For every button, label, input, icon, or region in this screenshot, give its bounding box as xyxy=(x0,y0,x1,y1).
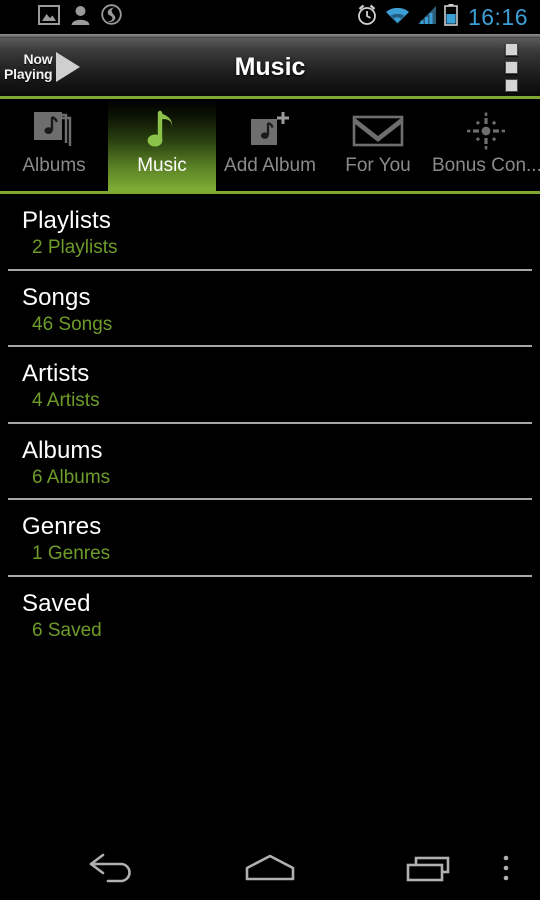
overflow-square-1 xyxy=(505,42,518,56)
list-item-title: Saved xyxy=(22,589,91,617)
recent-apps-icon[interactable] xyxy=(396,835,464,900)
list-item-title: Playlists xyxy=(22,207,111,234)
now-playing-line2: Playing xyxy=(4,66,53,82)
tab-albums[interactable]: Albums xyxy=(0,99,108,191)
list-item-albums[interactable]: Albums 6 Albums xyxy=(0,424,540,500)
play-triangle-icon xyxy=(56,52,81,82)
home-icon[interactable] xyxy=(236,835,304,900)
sparkle-icon xyxy=(464,109,508,153)
tab-add-album-label: Add Album xyxy=(224,155,316,176)
person-icon xyxy=(71,5,90,30)
overflow-squares-icon[interactable] xyxy=(499,38,524,96)
tab-bar: Albums Music Add Album For You Bonus Con… xyxy=(0,99,540,191)
music-app-screen: 16:16 Now Playing Music Albums Music Add… xyxy=(0,0,540,900)
overflow-dots-icon[interactable] xyxy=(484,835,528,900)
now-playing-label: Now Playing xyxy=(4,51,53,82)
tab-add-album[interactable]: Add Album xyxy=(216,99,324,191)
list-item-playlists[interactable]: Playlists 2 Playlists xyxy=(0,194,540,271)
list-item-subtitle: 46 Songs xyxy=(32,313,113,335)
tab-bonus-content[interactable]: Bonus Con... xyxy=(432,99,540,191)
album-stack-icon xyxy=(30,109,78,153)
list-item-songs[interactable]: Songs 46 Songs xyxy=(0,271,540,347)
tab-for-you-label: For You xyxy=(345,155,411,176)
list-item-subtitle: 4 Artists xyxy=(32,390,100,411)
overflow-square-3 xyxy=(505,78,518,92)
add-album-icon xyxy=(247,109,293,153)
list-item-title: Songs xyxy=(22,283,91,311)
status-bar-right-icons: 16:16 xyxy=(356,3,528,31)
list-item-title: Genres xyxy=(22,513,102,540)
image-icon xyxy=(38,4,60,30)
alarm-clock-icon xyxy=(356,4,378,31)
music-note-icon xyxy=(142,109,182,153)
list-item-saved[interactable]: Saved 6 Saved xyxy=(0,577,540,654)
signal-bars-icon xyxy=(417,5,437,30)
list-item-title: Albums xyxy=(22,436,103,464)
tab-bonus-content-label: Bonus Con... xyxy=(432,155,540,176)
list-item-title: Artists xyxy=(22,360,90,387)
music-category-list: Playlists 2 Playlists Songs 46 Songs Art… xyxy=(0,194,540,835)
list-item-genres[interactable]: Genres 1 Genres xyxy=(0,500,540,577)
now-playing-button[interactable]: Now Playing xyxy=(2,38,88,96)
tab-albums-label: Albums xyxy=(22,155,86,176)
swirl-s-icon xyxy=(101,4,122,30)
list-item-subtitle: 6 Saved xyxy=(32,619,102,641)
wifi-icon xyxy=(385,5,410,30)
action-bar: Now Playing Music xyxy=(0,38,540,96)
list-item-subtitle: 2 Playlists xyxy=(32,237,118,258)
android-navigation-bar xyxy=(0,835,540,900)
overflow-square-2 xyxy=(505,60,518,74)
now-playing-line1: Now xyxy=(23,51,53,67)
status-bar: 16:16 xyxy=(0,0,540,34)
envelope-icon xyxy=(352,109,404,153)
back-icon[interactable] xyxy=(78,835,146,900)
list-item-subtitle: 6 Albums xyxy=(32,466,111,488)
tab-music[interactable]: Music xyxy=(108,99,216,191)
status-bar-clock: 16:16 xyxy=(467,3,528,30)
tab-for-you[interactable]: For You xyxy=(324,99,432,191)
status-bar-left-icons xyxy=(38,4,122,30)
battery-icon xyxy=(444,3,458,31)
tab-music-label: Music xyxy=(137,155,187,176)
list-item-subtitle: 1 Genres xyxy=(32,543,111,564)
list-item-artists[interactable]: Artists 4 Artists xyxy=(0,347,540,424)
